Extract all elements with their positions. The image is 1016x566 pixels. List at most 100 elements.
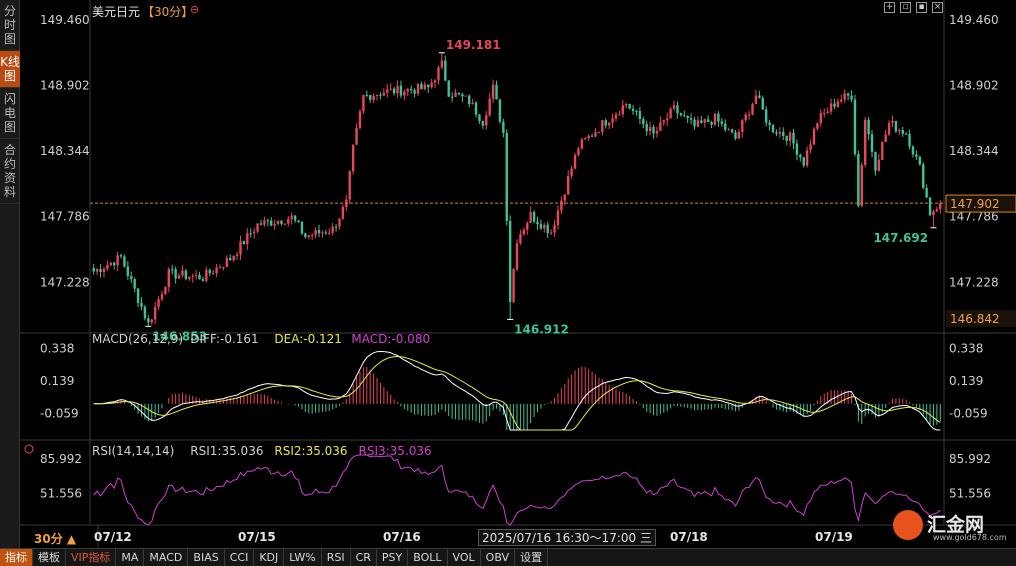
price-tick-left: 149.460: [40, 13, 90, 27]
candle-body: [706, 119, 710, 123]
candle-body: [229, 258, 232, 261]
candle-body: [273, 223, 276, 226]
candle-body: [112, 262, 116, 266]
candle-body: [409, 88, 413, 91]
candle-body: [191, 275, 194, 277]
period-badge[interactable]: 【30分】: [142, 3, 193, 20]
close-icon[interactable]: ×: [932, 2, 943, 13]
rsi-settings-icon: [24, 444, 34, 454]
candle-body: [362, 94, 365, 112]
candle-body: [512, 269, 515, 303]
candle-body: [901, 130, 904, 134]
period-selector[interactable]: 30分 ▲: [34, 530, 76, 547]
candle-body: [130, 276, 133, 280]
candle-body: [372, 95, 375, 100]
tab-macd[interactable]: MACD: [144, 549, 189, 566]
candle-body: [201, 279, 205, 281]
candle-body: [508, 220, 512, 303]
restore-icon[interactable]: ▪: [916, 2, 927, 13]
tab-psy[interactable]: PSY: [377, 549, 409, 566]
candle-body: [153, 306, 157, 320]
date-label: 07/18: [670, 530, 708, 544]
candle-body: [310, 235, 314, 237]
price-tick-left: 148.902: [40, 79, 90, 93]
candle-body: [573, 154, 577, 169]
candle-body: [450, 96, 454, 98]
candle-body: [932, 211, 935, 216]
candle-body: [290, 215, 293, 220]
zoom-in-icon[interactable]: ▫: [900, 2, 911, 13]
extreme-price-label: 149.181: [446, 38, 501, 52]
tab-lw[interactable]: LW%: [284, 549, 322, 566]
tab-ma[interactable]: MA: [116, 549, 145, 566]
watermark-url: www.gold678.com: [933, 533, 1007, 542]
macd-macd-value: MACD:-0.080: [351, 332, 430, 346]
candle-body: [696, 120, 700, 127]
tab-bias[interactable]: BIAS: [188, 549, 225, 566]
rsi-tick-right: 85.992: [949, 452, 991, 466]
tab-obv[interactable]: OBV: [481, 549, 516, 566]
candle-body: [666, 118, 669, 121]
candle-body: [256, 223, 259, 232]
tab-cci[interactable]: CCI: [225, 549, 255, 566]
candle-body: [782, 131, 785, 136]
candle-body: [403, 91, 406, 96]
candle-body: [891, 121, 894, 123]
tab-timeshare[interactable]: 分时图: [0, 0, 20, 51]
candle-body: [724, 123, 727, 130]
tab-kline[interactable]: K线图: [0, 51, 20, 88]
price-tick-right: 148.344: [949, 144, 999, 158]
candle-body: [812, 128, 816, 145]
tab-contract-info[interactable]: 合约资料: [0, 139, 20, 204]
candle-body: [768, 122, 771, 126]
chart-canvas[interactable]: 149.460 149.460 148.902 148.902 148.344 148.3…: [20, 0, 1016, 548]
candle-body: [351, 144, 355, 172]
candle-body: [143, 306, 147, 319]
candle-body: [689, 118, 693, 120]
candle-body: [95, 269, 99, 272]
candle-body: [369, 95, 372, 100]
tab-template[interactable]: 模板: [33, 549, 66, 566]
candle-body: [488, 98, 491, 116]
candle-body: [249, 233, 252, 235]
candle-body: [836, 101, 840, 107]
candle-body: [703, 119, 706, 123]
candle-body: [833, 103, 836, 107]
candle-body: [556, 210, 560, 226]
macd-tick-right: -0.059: [949, 406, 988, 420]
tab-flash-chart[interactable]: 闪电图: [0, 88, 20, 139]
price-tick-left: 147.228: [40, 275, 90, 289]
tab-kdj[interactable]: KDJ: [254, 549, 285, 566]
tab-vip-indicator[interactable]: VIP指标: [66, 549, 117, 566]
candle-body: [860, 164, 863, 206]
candle-body: [601, 120, 604, 132]
candle-body: [338, 218, 341, 227]
candle-body: [171, 269, 174, 271]
rsi-tick-right: 51.556: [949, 486, 991, 500]
candle-body: [334, 226, 338, 228]
tab-cr[interactable]: CR: [351, 549, 377, 566]
tab-rsi[interactable]: RSI: [322, 549, 351, 566]
tab-indicator[interactable]: 指标: [0, 549, 33, 566]
rsi1-value: RSI1:35.036: [190, 444, 263, 458]
crosshair-icon[interactable]: +: [884, 2, 895, 13]
candle-body: [713, 113, 717, 125]
tab-vol[interactable]: VOL: [448, 549, 481, 566]
rsi-line: [93, 454, 941, 526]
candle-body: [758, 95, 761, 98]
tab-settings[interactable]: 设置: [515, 549, 549, 566]
candle-body: [799, 154, 802, 158]
candle-body: [730, 129, 734, 133]
add-indicator-icon[interactable]: ⊖: [190, 3, 199, 16]
candle-body: [908, 133, 911, 147]
candle-body: [659, 122, 662, 131]
candle-body: [734, 132, 737, 139]
candle-body: [693, 119, 696, 127]
candle-body: [625, 104, 628, 106]
candle-body: [109, 262, 112, 266]
candle-body: [720, 121, 724, 124]
candle-body: [304, 233, 307, 237]
tab-boll[interactable]: BOLL: [408, 549, 448, 566]
candle-body: [594, 132, 597, 137]
candle-body: [433, 80, 437, 83]
